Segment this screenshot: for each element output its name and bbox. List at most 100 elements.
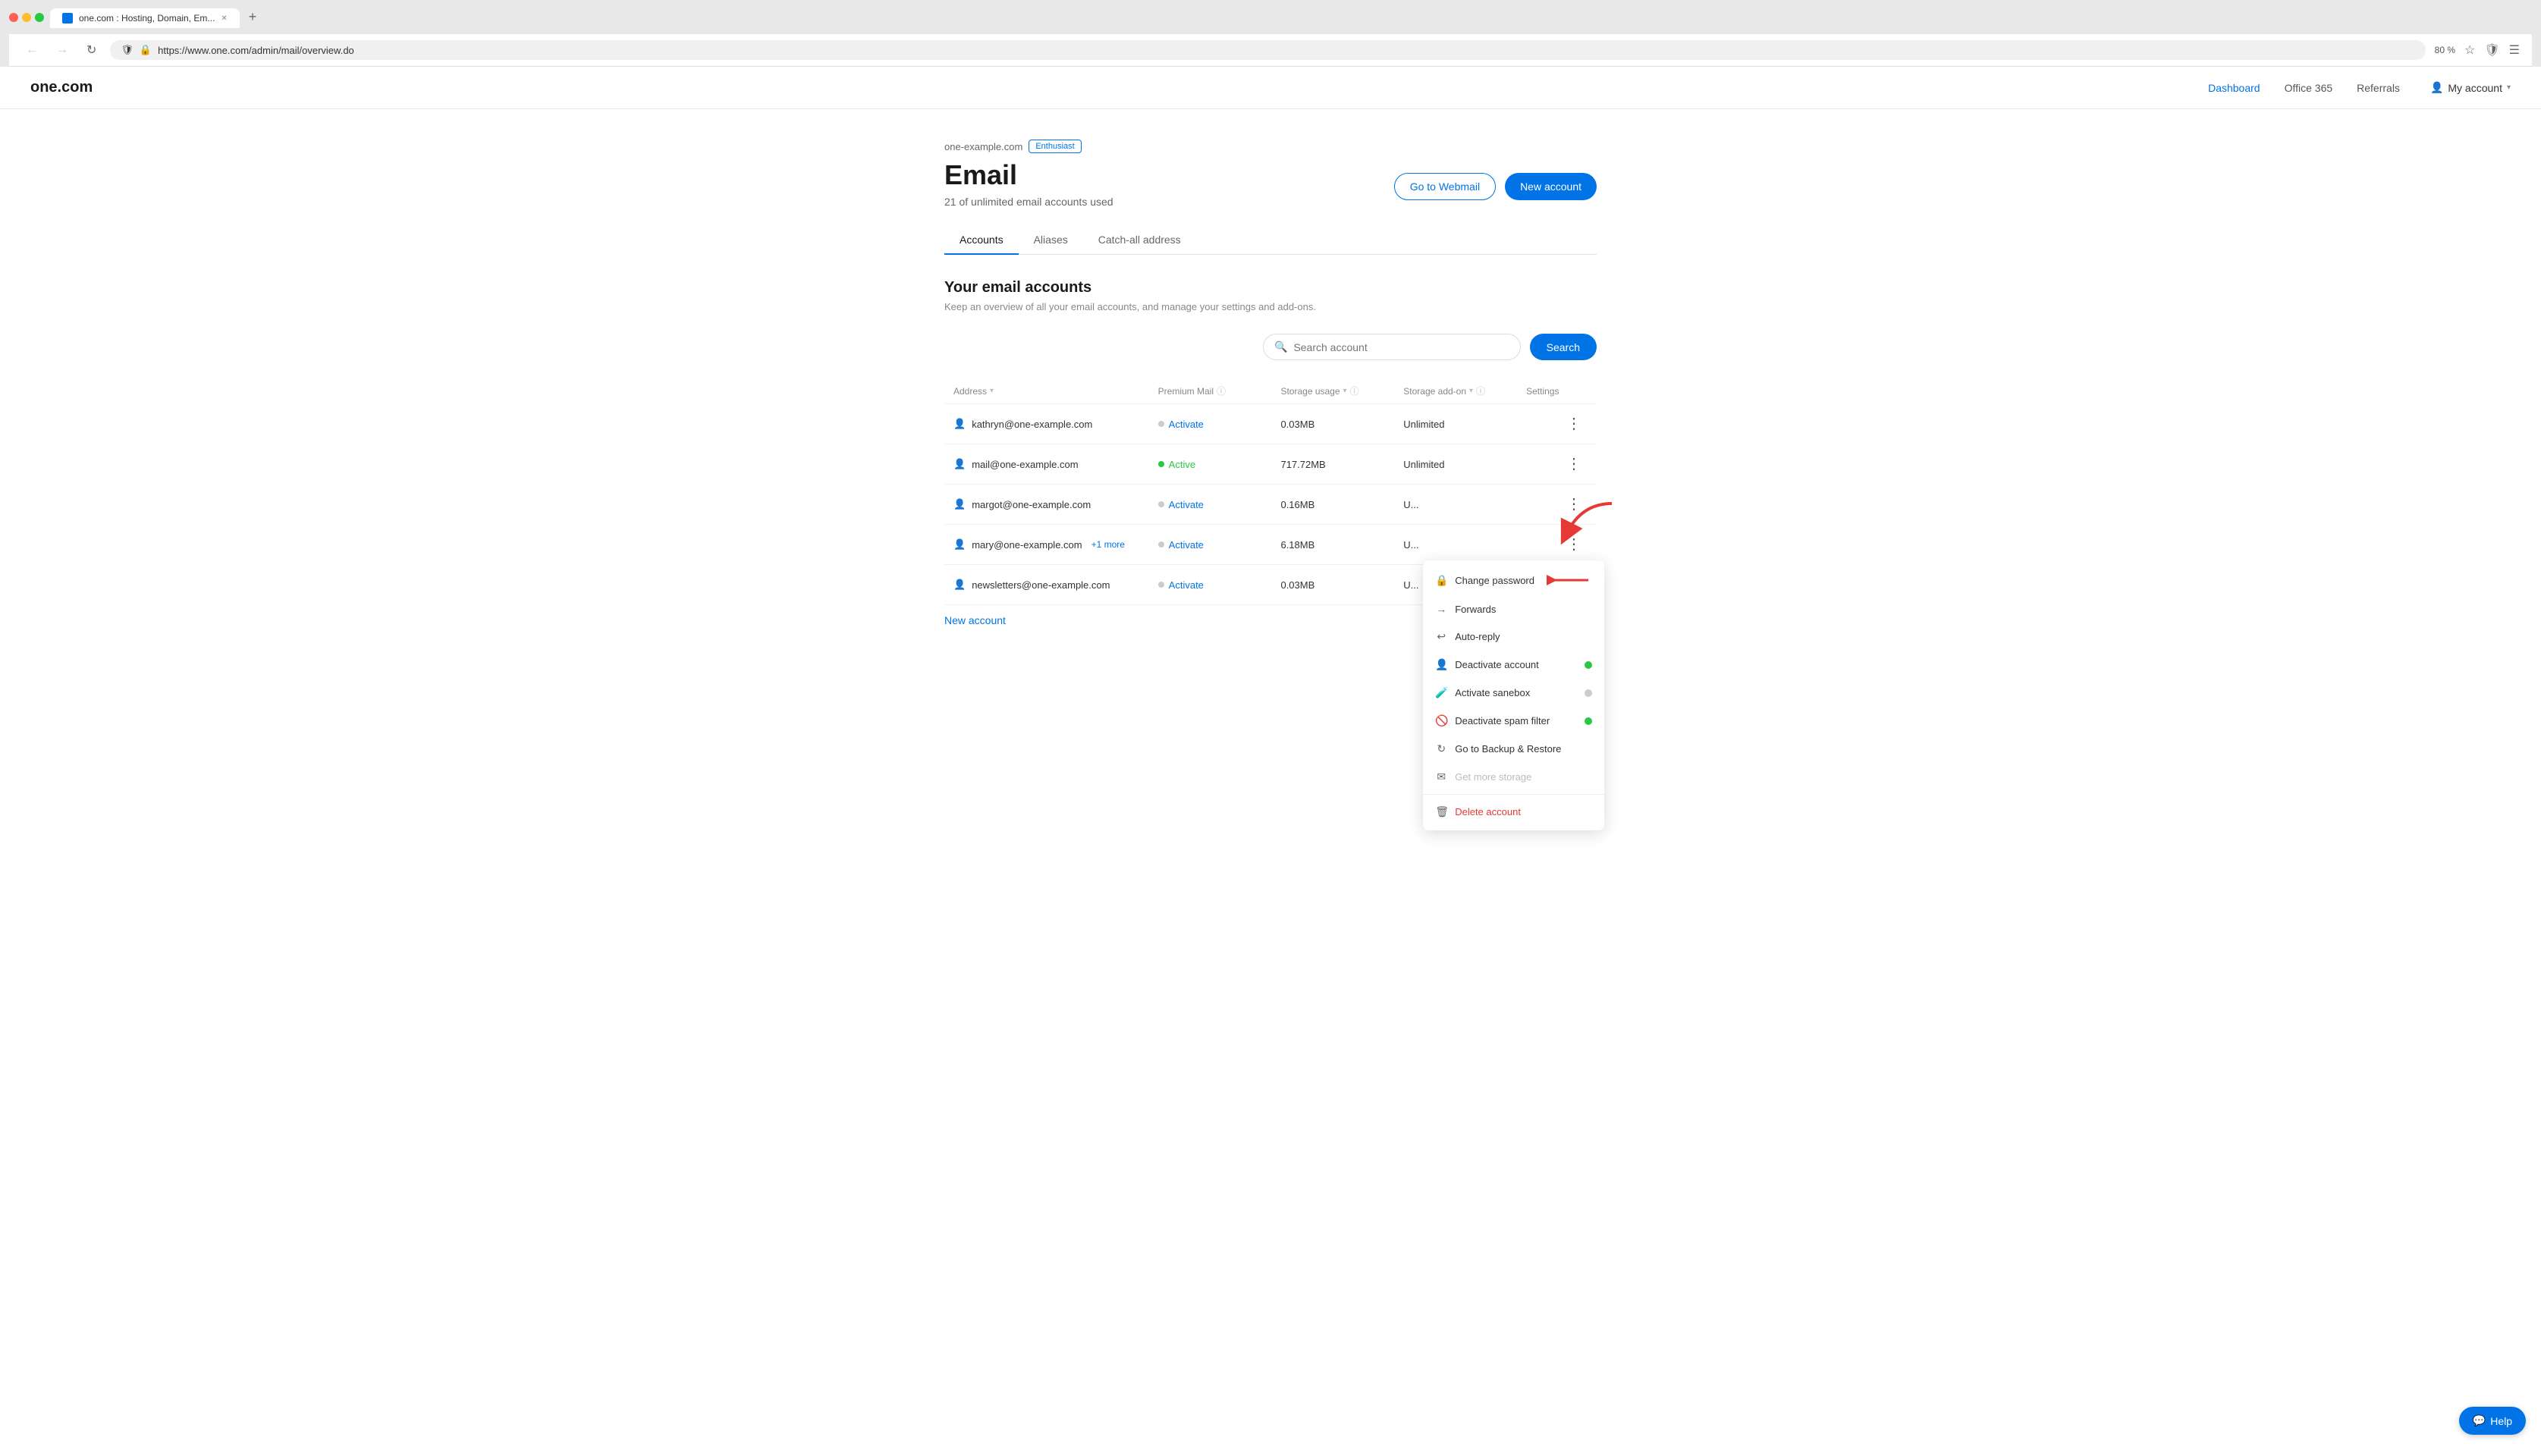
toggle-spam — [1585, 717, 1592, 725]
delete-account-label: Delete account — [1455, 806, 1521, 817]
storage-cell-3: 6.18MB — [1280, 539, 1403, 551]
col-premium: Premium Mail ⓘ — [1158, 384, 1281, 397]
sort-arrow-address[interactable]: ▾ — [990, 387, 994, 395]
menu-icon[interactable]: ☰ — [2509, 42, 2520, 58]
addon-cell-0: Unlimited — [1403, 419, 1526, 430]
enthusiast-badge: Enthusiast — [1029, 140, 1081, 153]
tab-accounts[interactable]: Accounts — [944, 226, 1019, 255]
dropdown-sanebox[interactable]: 🧪 Activate sanebox — [1423, 679, 1604, 707]
section-desc: Keep an overview of all your email accou… — [944, 301, 1597, 312]
settings-cell-3: ⋮ — [1526, 535, 1588, 554]
address-bar[interactable]: 🛡 🔒 https://www.one.com/admin/mail/overv… — [110, 40, 2425, 60]
status-label-2[interactable]: Activate — [1169, 499, 1204, 510]
search-input-wrap: 🔍 — [1263, 334, 1521, 360]
email-cell-0: 👤 kathryn@one-example.com — [953, 418, 1158, 430]
storage-icon: ✉ — [1435, 770, 1447, 783]
new-account-button[interactable]: New account — [1505, 173, 1597, 200]
email-icon-2: 👤 — [953, 498, 966, 510]
sanebox-icon: 🧪 — [1435, 686, 1447, 699]
email-icon-3: 👤 — [953, 538, 966, 551]
nav-dashboard[interactable]: Dashboard — [2208, 82, 2260, 94]
sort-arrow-addon[interactable]: ▾ — [1469, 387, 1473, 395]
toggle-deactivate — [1585, 661, 1592, 669]
col-addon: Storage add-on ▾ ⓘ — [1403, 384, 1526, 397]
tab-catchall[interactable]: Catch-all address — [1083, 226, 1196, 255]
new-tab-button[interactable]: + — [243, 6, 263, 28]
backup-label: Go to Backup & Restore — [1455, 743, 1561, 755]
help-icon: 💬 — [2473, 1414, 2486, 1427]
status-dot-1 — [1158, 461, 1164, 467]
nav-referrals[interactable]: Referrals — [2357, 82, 2400, 94]
status-label-0[interactable]: Activate — [1169, 419, 1204, 430]
help-button[interactable]: 💬 Help — [2459, 1407, 2526, 1435]
bookmark-icon[interactable]: ☆ — [2464, 42, 2475, 58]
more-button-2[interactable]: ⋮ — [1560, 495, 1588, 513]
tab-aliases[interactable]: Aliases — [1019, 226, 1083, 255]
info-icon-storage[interactable]: ⓘ — [1350, 384, 1359, 397]
spam-icon: 🚫 — [1435, 714, 1447, 727]
search-icon: 🔍 — [1274, 340, 1287, 353]
main-content: one-example.com Enthusiast Email 21 of u… — [929, 109, 1612, 657]
search-input[interactable] — [1293, 341, 1509, 353]
info-icon-premium[interactable]: ⓘ — [1217, 384, 1226, 397]
forward-button[interactable]: → — [52, 42, 73, 58]
zoom-level: 80 % — [2435, 45, 2455, 55]
status-label-4[interactable]: Activate — [1169, 579, 1204, 591]
col-storage-label: Storage usage — [1280, 386, 1340, 397]
action-buttons: Go to Webmail New account — [1394, 173, 1597, 200]
tab-favicon — [62, 13, 73, 24]
chevron-down-icon: ▾ — [2507, 83, 2511, 92]
dropdown-delete-account[interactable]: 🗑 Delete account — [1423, 798, 1604, 826]
my-account-button[interactable]: 👤 My account ▾ — [2430, 81, 2511, 94]
browser-close-btn[interactable] — [9, 13, 18, 22]
dropdown-forwards[interactable]: → Forwards — [1423, 595, 1604, 623]
sanebox-label: Activate sanebox — [1455, 687, 1530, 698]
search-button[interactable]: Search — [1530, 334, 1597, 360]
tab-title: one.com : Hosting, Domain, Em... — [79, 13, 215, 24]
nav-office365[interactable]: Office 365 — [2285, 82, 2333, 94]
lock-icon: 🔒 — [140, 44, 152, 56]
shield-icon-nav: 🛡 — [2484, 42, 2499, 58]
settings-cell-2: ⋮ — [1526, 495, 1588, 513]
status-label-3[interactable]: Activate — [1169, 539, 1204, 551]
go-to-webmail-button[interactable]: Go to Webmail — [1394, 173, 1496, 200]
refresh-button[interactable]: ↻ — [82, 41, 101, 59]
status-dot-0 — [1158, 421, 1164, 427]
dropdown-deactivate-account[interactable]: 👤 Deactivate account — [1423, 651, 1604, 679]
email-cell-4: 👤 newsletters@one-example.com — [953, 579, 1158, 591]
logo[interactable]: one.com — [30, 79, 93, 96]
addon-cell-2: U... — [1403, 499, 1526, 510]
back-button[interactable]: ← — [21, 42, 42, 58]
email-extra-3: +1 more — [1091, 539, 1125, 550]
browser-minimize-btn[interactable] — [22, 13, 31, 22]
status-label-1: Active — [1169, 459, 1195, 470]
arrow-change-password — [1547, 573, 1592, 588]
dropdown-backup[interactable]: ↻ Go to Backup & Restore — [1423, 735, 1604, 763]
email-icon-1: 👤 — [953, 458, 966, 470]
accounts-table: Address ▾ Premium Mail ⓘ Storage usage ▾… — [944, 378, 1597, 626]
col-settings-label: Settings — [1526, 386, 1559, 397]
browser-tab[interactable]: one.com : Hosting, Domain, Em... ✕ — [50, 8, 240, 28]
email-cell-3: 👤 mary@one-example.com +1 more — [953, 538, 1158, 551]
browser-maximize-btn[interactable] — [35, 13, 44, 22]
more-button-0[interactable]: ⋮ — [1560, 415, 1588, 433]
tab-close-icon[interactable]: ✕ — [221, 14, 227, 23]
more-button-1[interactable]: ⋮ — [1560, 455, 1588, 473]
dropdown-change-password[interactable]: 🔒 Change password — [1423, 565, 1604, 595]
dropdown-spam-filter[interactable]: 🚫 Deactivate spam filter — [1423, 707, 1604, 735]
email-address-4: newsletters@one-example.com — [972, 579, 1110, 591]
search-row: 🔍 Search — [1263, 334, 1597, 360]
info-icon-addon[interactable]: ⓘ — [1476, 384, 1485, 397]
col-addon-label: Storage add-on — [1403, 386, 1466, 397]
dropdown-divider — [1423, 794, 1604, 795]
status-dot-4 — [1158, 582, 1164, 588]
dropdown-autoreply[interactable]: ↩ Auto-reply — [1423, 623, 1604, 651]
email-address-3: mary@one-example.com — [972, 539, 1082, 551]
email-cell-2: 👤 margot@one-example.com — [953, 498, 1158, 510]
email-cell-1: 👤 mail@one-example.com — [953, 458, 1158, 470]
top-nav: one.com Dashboard Office 365 Referrals 👤… — [0, 67, 2541, 109]
more-button-3[interactable]: ⋮ — [1560, 535, 1588, 554]
sort-arrow-storage[interactable]: ▾ — [1343, 387, 1347, 395]
status-cell-1: Active — [1158, 459, 1281, 470]
new-account-link[interactable]: New account — [944, 614, 1006, 626]
